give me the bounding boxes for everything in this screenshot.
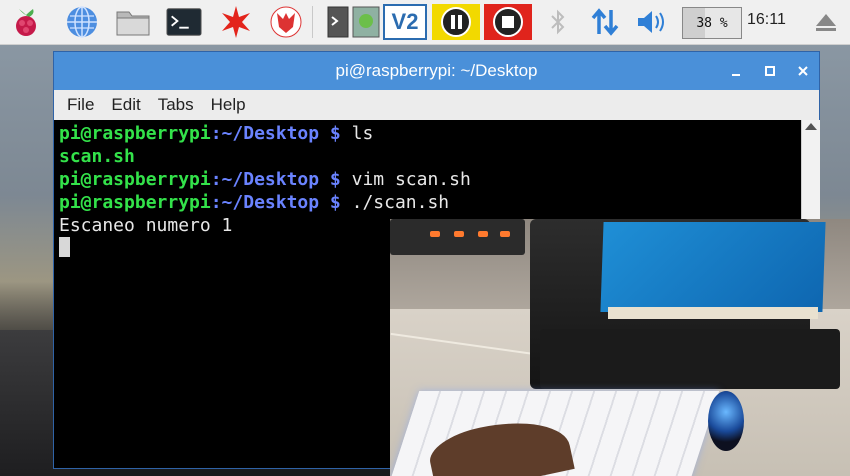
prompt-user: pi@raspberrypi [59,192,211,213]
volume-icon[interactable] [634,4,670,40]
terminal-line: pi@raspberrypi:~/Desktop $ ./scan.sh [59,191,801,214]
vnc-label: V2 [391,9,419,34]
taskbar-separator [312,6,313,38]
command-text: ls [340,123,374,144]
prompt-path: :~/Desktop $ [210,123,341,144]
camera-led [500,231,510,237]
text-cursor [59,237,70,257]
prompt-path: :~/Desktop $ [210,169,341,190]
camera-mouse [708,391,744,451]
window-title: pi@raspberrypi: ~/Desktop [335,61,538,80]
terminal-line: scan.sh [59,145,801,168]
camera-printer-front [540,329,840,389]
vnc-icon[interactable]: V2 [383,4,427,40]
camera-book-edge [608,307,818,319]
command-text: vim scan.sh [340,169,471,190]
wolfram-icon[interactable] [268,4,304,40]
close-button[interactable] [793,61,813,81]
clock[interactable]: 16:11 [747,11,786,29]
taskbar: V2 38 % 16:11 [0,0,850,45]
cpu-usage-monitor[interactable]: 38 % [682,7,742,39]
menu-tabs[interactable]: Tabs [158,95,194,115]
prompt-path: :~/Desktop $ [210,192,341,213]
menu-edit[interactable]: Edit [111,95,140,115]
camera-led [454,231,464,237]
pause-recording-button[interactable] [432,4,480,40]
camera-book [600,222,826,312]
raspberry-menu-icon[interactable] [8,4,44,40]
camera-led [430,231,440,237]
menu-help[interactable]: Help [211,95,246,115]
file-manager-icon[interactable] [115,4,151,40]
network-icon[interactable] [587,4,623,40]
bluetooth-icon[interactable] [540,4,576,40]
terminal-icon[interactable] [166,4,202,40]
app-window-button[interactable] [348,4,384,40]
prompt-user: pi@raspberrypi [59,123,211,144]
terminal-line: pi@raspberrypi:~/Desktop $ ls [59,122,801,145]
camera-device [390,219,525,255]
menu-file[interactable]: File [67,95,94,115]
output-text: scan.sh [59,146,135,167]
camera-led [478,231,488,237]
mathematica-icon[interactable] [218,4,254,40]
minimize-button[interactable] [726,61,746,81]
window-titlebar[interactable]: pi@raspberrypi: ~/Desktop [54,52,819,90]
command-text: ./scan.sh [340,192,450,213]
web-browser-icon[interactable] [64,4,100,40]
terminal-line: pi@raspberrypi:~/Desktop $ vim scan.sh [59,168,801,191]
prompt-user: pi@raspberrypi [59,169,211,190]
scroll-up-icon[interactable] [805,123,817,130]
menubar: File Edit Tabs Help [54,90,819,120]
stop-recording-button[interactable] [484,4,532,40]
maximize-button[interactable] [760,61,780,81]
output-text: Escaneo numero 1 [59,215,233,236]
camera-overlay [390,219,850,476]
eject-icon[interactable] [808,4,844,40]
